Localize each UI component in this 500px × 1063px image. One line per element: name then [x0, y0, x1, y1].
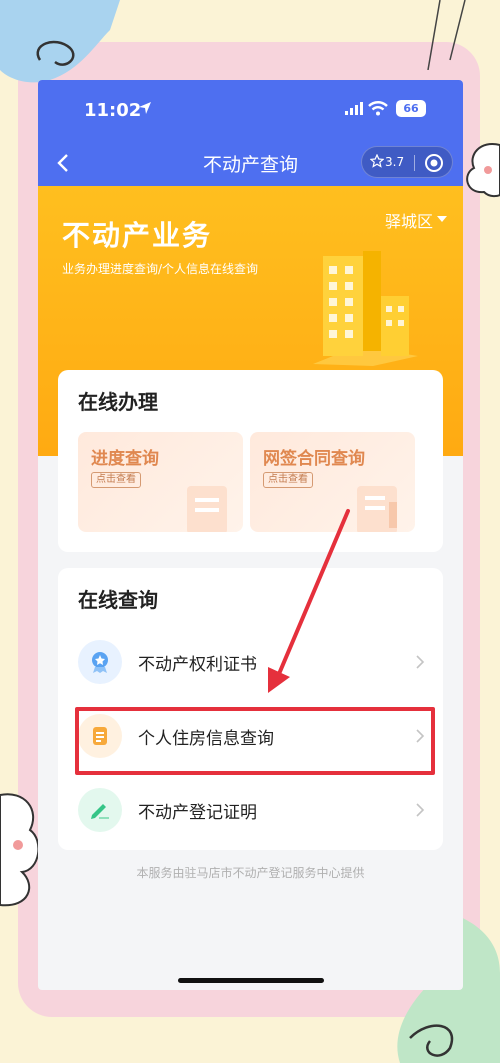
- decorative-cloud-graphic: [0, 0, 120, 83]
- decorative-cloud-right: [466, 143, 500, 198]
- tile-label: 网签合同查询: [263, 449, 365, 469]
- list-item-property-certificate[interactable]: 不动产权利证书: [58, 634, 443, 694]
- online-query-title: 在线查询: [78, 588, 158, 612]
- online-service-title: 在线办理: [78, 390, 158, 414]
- buildings-illustration: [313, 251, 418, 366]
- hero-subtitle: 业务办理进度查询/个人信息在线查询: [62, 262, 259, 276]
- hero-title: 不动产业务: [62, 219, 213, 252]
- decorative-lines: [427, 0, 466, 70]
- view-button[interactable]: 点击查看: [91, 472, 141, 488]
- progress-query-tile[interactable]: 进度查询 点击查看: [78, 432, 243, 532]
- status-bar: 11:02 66: [38, 80, 463, 140]
- nav-bar: 不动产查询 3.7: [38, 140, 463, 186]
- target-icon[interactable]: [424, 153, 444, 173]
- location-arrow-icon: [139, 102, 151, 114]
- capsule-divider: [414, 155, 415, 171]
- list-item-label: 不动产权利证书: [138, 655, 257, 675]
- district-selector[interactable]: 驿城区: [385, 208, 433, 232]
- contract-illustration-icon: [357, 486, 397, 532]
- phone-screen: 11:02 66 不动产查询 3.7 不动产业务 业务办理进度查询/个人信息在线…: [38, 80, 463, 990]
- certificate-icon: [78, 640, 122, 684]
- wifi-icon: [368, 101, 388, 116]
- rating-value: 3.7: [385, 155, 405, 169]
- view-button[interactable]: 点击查看: [263, 472, 313, 488]
- tile-label: 进度查询: [91, 449, 159, 469]
- document-illustration-icon: [187, 486, 227, 532]
- chevron-right-icon: [416, 803, 425, 817]
- list-item-registration-proof[interactable]: 不动产登记证明: [58, 782, 443, 842]
- battery-indicator: 66: [396, 100, 426, 117]
- home-indicator: [178, 978, 324, 983]
- signal-icon: [345, 102, 363, 115]
- annotation-highlight-box: [75, 707, 435, 775]
- online-service-card: 在线办理 进度查询 点击查看 网签合同查询 点击查看: [58, 370, 443, 552]
- status-time: 11:02: [84, 100, 142, 121]
- star-icon: [370, 154, 384, 168]
- footer-note: 本服务由驻马店市不动产登记服务中心提供: [136, 866, 365, 880]
- annotation-arrow: [268, 509, 350, 693]
- caret-down-icon[interactable]: [437, 216, 447, 224]
- pen-icon: [78, 788, 122, 832]
- miniapp-capsule[interactable]: 3.7: [361, 146, 453, 178]
- chevron-right-icon: [416, 655, 425, 669]
- list-item-label: 不动产登记证明: [138, 803, 257, 823]
